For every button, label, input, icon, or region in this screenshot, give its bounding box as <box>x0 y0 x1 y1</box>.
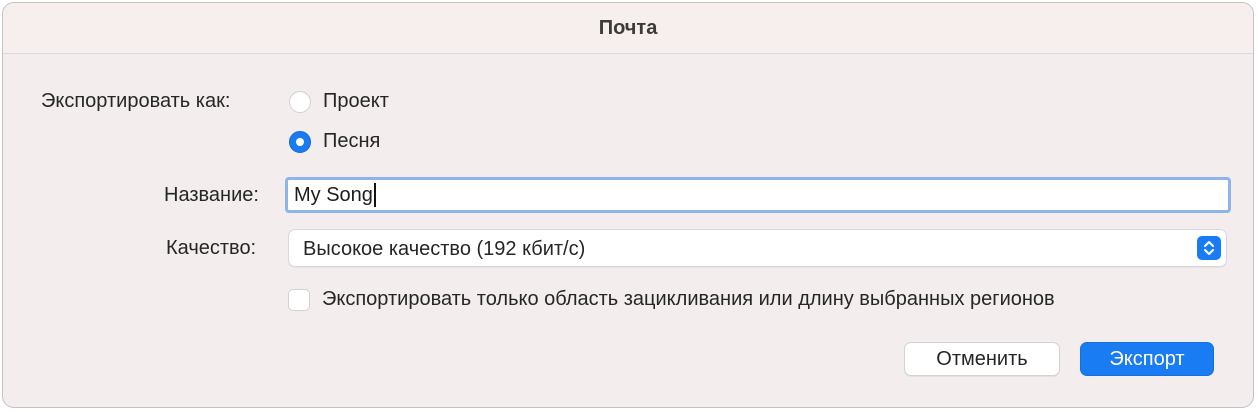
quality-select[interactable]: Высокое качество (192 кбит/с) <box>288 229 1227 267</box>
name-label: Название: <box>164 184 259 206</box>
name-input[interactable]: My Song <box>285 177 1231 213</box>
radio-project-label[interactable]: Проект <box>323 90 389 113</box>
quality-select-value: Высокое качество (192 кбит/с) <box>303 238 586 260</box>
text-caret <box>373 183 376 207</box>
export-dialog: Почта Экспортировать как: Проект Песня Н… <box>2 2 1254 408</box>
cycle-region-checkbox[interactable] <box>288 289 310 311</box>
cancel-button[interactable]: Отменить <box>904 342 1060 376</box>
radio-project[interactable] <box>289 91 311 113</box>
name-input-value: My Song <box>294 183 373 206</box>
quality-label: Качество: <box>166 237 257 259</box>
export-as-label: Экспортировать как: <box>41 90 231 112</box>
radio-song-label[interactable]: Песня <box>323 130 380 153</box>
chevron-up-down-icon[interactable] <box>1197 236 1221 260</box>
cycle-region-checkbox-label[interactable]: Экспортировать только область зацикливан… <box>322 288 1055 311</box>
window-title: Почта <box>598 16 658 39</box>
title-bar: Почта <box>3 3 1253 54</box>
export-button[interactable]: Экспорт <box>1080 342 1214 376</box>
radio-song[interactable] <box>289 131 311 153</box>
